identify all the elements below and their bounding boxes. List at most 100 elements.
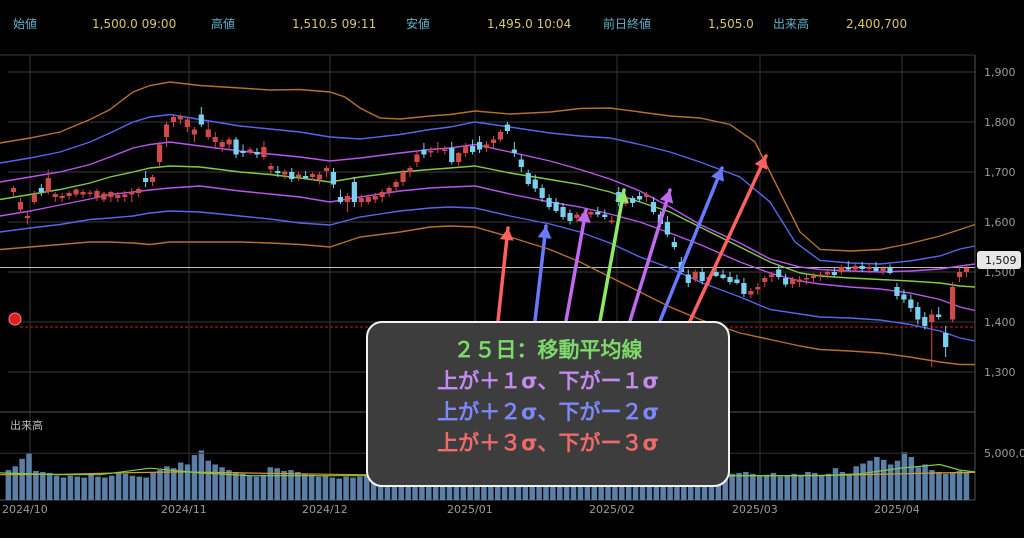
- candle-body: [894, 287, 900, 296]
- volume-bar: [756, 475, 763, 500]
- sigma3-upper-line: [0, 81, 976, 252]
- volume-bar: [343, 476, 349, 500]
- reference-marker[interactable]: [8, 312, 22, 326]
- volume-bar: [853, 466, 859, 500]
- volume-bar: [171, 468, 177, 500]
- candle-body: [17, 202, 24, 210]
- volume-bar: [46, 472, 53, 500]
- candle-body: [567, 213, 573, 221]
- volume-bar: [233, 471, 239, 500]
- volume-bar: [322, 475, 329, 500]
- candle-body: [268, 166, 274, 170]
- candle-body: [212, 137, 218, 142]
- candle-body: [769, 274, 775, 277]
- candle-body: [247, 149, 253, 152]
- volume-bar: [922, 464, 928, 500]
- y-tick-label: 1,800: [984, 116, 1016, 129]
- candle-body: [650, 202, 657, 212]
- prev-close-value: 1,505.0: [708, 17, 754, 31]
- candle-body: [511, 149, 517, 153]
- volume-bar: [832, 468, 839, 500]
- volume-bar: [122, 473, 129, 500]
- candle-body: [177, 116, 184, 120]
- candle-body: [574, 214, 580, 218]
- candle-body: [150, 177, 156, 182]
- candle-body: [226, 139, 232, 145]
- arrow-sigma3-upper: [688, 154, 768, 323]
- candle-body: [950, 287, 956, 320]
- candle-body: [94, 191, 100, 197]
- candle-body: [518, 159, 524, 167]
- legend-sigma1: 上が＋１σ、下がー１σ: [437, 369, 659, 393]
- candle-body: [219, 142, 225, 147]
- open-label: 始値: [13, 16, 37, 31]
- volume-bar: [963, 471, 970, 500]
- candle-body: [866, 267, 872, 269]
- candle-body: [943, 333, 949, 347]
- candle-body: [379, 192, 385, 197]
- current-price-value: 1,509: [985, 254, 1017, 267]
- volume-bar: [212, 464, 218, 500]
- candle-body: [421, 149, 427, 155]
- volume-bar: [246, 475, 253, 500]
- candle-body: [87, 192, 93, 194]
- candle-body: [400, 172, 406, 182]
- volume-bar: [301, 473, 308, 500]
- candle-body: [748, 291, 754, 295]
- x-tick-label: 2025/02: [589, 503, 635, 516]
- candle-body: [783, 278, 789, 285]
- candle-body: [393, 182, 399, 187]
- volume-bar: [260, 474, 267, 500]
- candle-body: [588, 212, 594, 215]
- volume-bar: [791, 473, 797, 500]
- volume-tick-label: 5,000,00: [984, 447, 1024, 460]
- volume-bar: [874, 456, 880, 500]
- candle-body: [435, 148, 441, 150]
- candle-body: [956, 272, 963, 277]
- candle-body: [351, 182, 357, 202]
- candle-body: [470, 146, 476, 152]
- candle-body: [316, 174, 323, 180]
- volume-bar: [177, 462, 184, 500]
- volume-bar: [315, 476, 322, 500]
- candle-body: [240, 151, 246, 153]
- candle-body: [456, 153, 462, 162]
- volume-bar: [33, 471, 39, 500]
- candle-body: [115, 195, 121, 198]
- candle-body: [636, 196, 643, 200]
- candle-body: [720, 274, 726, 278]
- volume-bar: [784, 475, 790, 500]
- annotation-arrows: [496, 154, 768, 323]
- candle-body: [790, 279, 796, 284]
- volume-bar: [81, 477, 87, 500]
- volume-bar: [336, 478, 342, 500]
- volume-bar: [825, 473, 832, 500]
- legend-sigma3: 上が＋３σ、下がー３σ: [437, 431, 659, 455]
- volume-value: 2,400,700: [846, 17, 907, 31]
- candle-body: [163, 124, 170, 137]
- volume-bar: [329, 477, 336, 500]
- volume-bar: [115, 471, 122, 500]
- volume-bar: [150, 472, 156, 500]
- candle-body: [344, 196, 350, 202]
- volume-bar: [136, 476, 143, 500]
- candle-body: [275, 171, 281, 173]
- candle-body: [532, 179, 538, 189]
- high-label: 高値: [211, 16, 235, 31]
- candle-body: [699, 272, 705, 281]
- open-value: 1,500.0 09:00: [92, 17, 176, 31]
- candle-body: [205, 129, 211, 137]
- legend-sigma2: 上が＋２σ、下がー２σ: [437, 400, 659, 424]
- candle-body: [483, 144, 490, 148]
- prev-close-label: 前日終値: [603, 16, 651, 31]
- legend-ma25: ２５日：移動平均線: [453, 338, 643, 362]
- volume-bar: [184, 464, 191, 500]
- volume-bar: [770, 472, 777, 500]
- volume-bar: [95, 476, 101, 500]
- volume-panel-label: 出来高: [10, 418, 43, 432]
- volume-label: 出来高: [773, 16, 809, 31]
- candle-body: [136, 189, 142, 193]
- volume-bar: [19, 458, 25, 500]
- candle-body: [490, 139, 497, 143]
- candle-body: [609, 220, 615, 222]
